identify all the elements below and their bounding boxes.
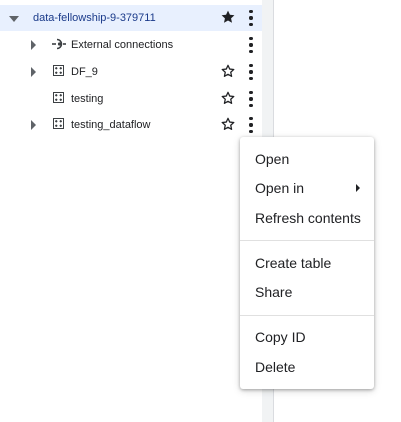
menu-item-open-in-label: Open in <box>255 180 305 196</box>
expand-arrow-icon[interactable] <box>31 67 36 77</box>
dataset-icon <box>53 65 64 76</box>
tree-row-testing-dataflow[interactable]: testing_dataflow <box>0 112 262 138</box>
menu-item-copy-id[interactable]: Copy ID <box>240 323 374 351</box>
external-connection-icon <box>52 38 66 50</box>
star-outline-icon[interactable] <box>220 116 236 132</box>
menu-item-share[interactable]: Share <box>240 278 374 306</box>
tree-item-label: DF_9 <box>71 66 98 78</box>
tree-row-external-connections[interactable]: External connections <box>0 32 262 58</box>
menu-item-open[interactable]: Open <box>240 145 374 173</box>
context-menu: Open Open in Refresh contents Create tab… <box>240 137 374 389</box>
tree-item-label: External connections <box>71 39 174 51</box>
more-options-icon[interactable] <box>248 91 254 107</box>
explorer-panel: data-fellowship-9-379711 External connec… <box>0 0 262 422</box>
more-options-icon[interactable] <box>248 64 254 80</box>
more-options-icon[interactable] <box>248 37 254 53</box>
expand-arrow-icon[interactable] <box>31 40 36 50</box>
tree-row-testing[interactable]: testing <box>0 86 262 112</box>
star-filled-icon[interactable] <box>220 9 236 25</box>
tree-row-df9[interactable]: DF_9 <box>0 59 262 85</box>
dataset-icon <box>53 118 64 129</box>
star-outline-icon[interactable] <box>220 63 236 79</box>
menu-divider <box>240 240 374 241</box>
submenu-arrow-icon <box>356 184 360 192</box>
tree-item-label: testing <box>71 93 104 105</box>
expand-arrow-icon[interactable] <box>31 120 36 130</box>
dataset-icon <box>53 92 64 103</box>
more-options-icon[interactable] <box>248 117 254 133</box>
menu-divider <box>240 315 374 316</box>
menu-item-refresh-contents[interactable]: Refresh contents <box>240 204 374 232</box>
project-label: data-fellowship-9-379711 <box>33 12 156 24</box>
menu-item-create-table[interactable]: Create table <box>240 249 374 277</box>
tree-row-project[interactable]: data-fellowship-9-379711 <box>0 5 262 31</box>
tree-item-label: testing_dataflow <box>71 119 151 131</box>
project-more-options-icon[interactable] <box>248 10 254 26</box>
menu-item-delete[interactable]: Delete <box>240 353 374 381</box>
star-outline-icon[interactable] <box>220 90 236 106</box>
menu-item-open-in[interactable]: Open in <box>240 174 374 202</box>
collapse-arrow-icon[interactable] <box>9 16 19 22</box>
